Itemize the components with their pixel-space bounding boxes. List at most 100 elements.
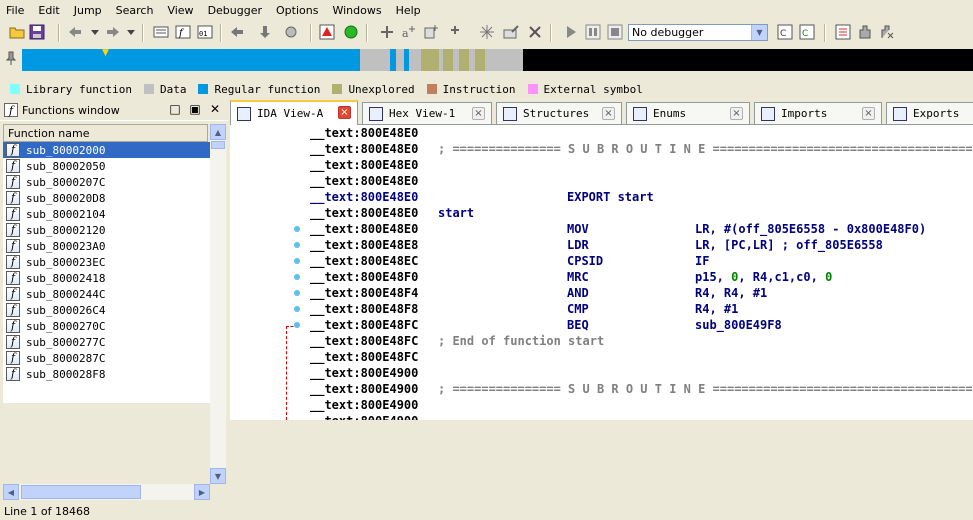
stop-icon[interactable] bbox=[606, 23, 624, 41]
menu-file[interactable]: File bbox=[0, 4, 32, 17]
functions-list[interactable]: f sub_80002000 f sub_80002050 f sub_8000207C f… bbox=[3, 142, 210, 403]
run-icon[interactable] bbox=[282, 23, 300, 41]
edit-icon[interactable] bbox=[502, 23, 520, 41]
disasm-line[interactable]: __text:800E48F8 CMP R4, #1 bbox=[310, 301, 973, 317]
open-icon[interactable] bbox=[8, 23, 26, 41]
functions-column-header[interactable]: Function name bbox=[3, 124, 208, 142]
disasm-line[interactable]: __text:800E48E0 bbox=[310, 125, 973, 141]
bytes-icon[interactable]: 01 bbox=[196, 23, 214, 41]
play-icon[interactable] bbox=[562, 23, 580, 41]
code-icon[interactable]: C bbox=[776, 23, 794, 41]
close-icon[interactable]: × bbox=[730, 107, 743, 120]
breakpoint-dot[interactable] bbox=[294, 306, 300, 312]
disasm-line[interactable]: __text:800E4900 bbox=[310, 365, 973, 381]
disasm-line[interactable]: __text:800E48FC ; End of function start bbox=[310, 333, 973, 349]
function-row[interactable]: f sub_80002000 bbox=[3, 142, 210, 158]
function-row[interactable]: f sub_80002120 bbox=[3, 222, 210, 238]
add-text-icon[interactable]: a bbox=[400, 23, 418, 41]
scroll-up-icon[interactable]: ▲ bbox=[210, 124, 226, 140]
breakpoint-dot[interactable] bbox=[294, 258, 300, 264]
down-arrow-icon[interactable] bbox=[256, 23, 274, 41]
back-dropdown-icon[interactable] bbox=[86, 23, 104, 41]
close-icon[interactable]: × bbox=[338, 106, 351, 119]
function-row[interactable]: f sub_8000287C bbox=[3, 350, 210, 366]
debugger-select[interactable]: No debugger ▼ bbox=[628, 24, 768, 41]
list-icon[interactable] bbox=[834, 23, 852, 41]
function-row[interactable]: f sub_8000244C bbox=[3, 286, 210, 302]
function-row[interactable]: f sub_800023A0 bbox=[3, 238, 210, 254]
function-row[interactable]: f sub_800020D8 bbox=[3, 190, 210, 206]
navigation-bar[interactable]: ▼ bbox=[22, 49, 973, 71]
function-row[interactable]: f sub_80002104 bbox=[3, 206, 210, 222]
forward-dropdown-icon[interactable] bbox=[122, 23, 140, 41]
chevron-down-icon[interactable]: ▼ bbox=[751, 25, 767, 40]
scroll-thumb[interactable] bbox=[21, 485, 141, 499]
breakpoint-dot[interactable] bbox=[294, 322, 300, 328]
disasm-line[interactable]: __text:800E4900 ; =============== S U B R… bbox=[310, 381, 973, 397]
refresh-icon[interactable]: C bbox=[798, 23, 816, 41]
restore-icon[interactable]: □ bbox=[168, 103, 182, 117]
disasm-line[interactable]: __text:800E48FC bbox=[310, 349, 973, 365]
menu-view[interactable]: View bbox=[161, 4, 201, 17]
function-row[interactable]: f sub_8000277C bbox=[3, 334, 210, 350]
breakpoint-dot[interactable] bbox=[294, 226, 300, 232]
menu-help[interactable]: Help bbox=[390, 4, 429, 17]
functions-vertical-scrollbar[interactable]: ▲ ▼ bbox=[210, 124, 226, 484]
disasm-line[interactable]: __text:800E48E0 MOV LR, #(off_805E6558 - 0… bbox=[310, 221, 973, 237]
disasm-line[interactable]: __text:800E48EC CPSID IF bbox=[310, 253, 973, 269]
function-icon[interactable]: f bbox=[174, 23, 192, 41]
menu-windows[interactable]: Windows bbox=[326, 4, 389, 17]
functions-horizontal-scrollbar[interactable]: ◀ ▶ bbox=[3, 484, 210, 500]
tab-exports[interactable]: Exports bbox=[886, 102, 973, 124]
tool-icon[interactable] bbox=[856, 23, 874, 41]
function-row[interactable]: f sub_800028F8 bbox=[3, 366, 210, 382]
disasm-line[interactable]: __text:800E48FC BEQ sub_800E49F8 bbox=[310, 317, 973, 333]
disasm-line[interactable]: __text:800E48F4 AND R4, R4, #1 bbox=[310, 285, 973, 301]
warning-icon[interactable] bbox=[318, 23, 336, 41]
tab-structures[interactable]: Structures × bbox=[496, 102, 622, 124]
close-icon[interactable]: × bbox=[602, 107, 615, 120]
menu-debugger[interactable]: Debugger bbox=[202, 4, 270, 17]
add-list-icon[interactable] bbox=[422, 23, 440, 41]
back-icon[interactable] bbox=[66, 23, 84, 41]
menu-edit[interactable]: Edit bbox=[32, 4, 67, 17]
disasm-line[interactable]: __text:800E48F0 MRC p15, 0, R4,c1,c0, 0 bbox=[310, 269, 973, 285]
function-row[interactable]: f sub_8000270C bbox=[3, 318, 210, 334]
save-icon[interactable] bbox=[28, 23, 46, 41]
close-icon[interactable]: ✕ bbox=[208, 103, 222, 117]
function-row[interactable]: f sub_800026C4 bbox=[3, 302, 210, 318]
function-row[interactable]: f sub_8000207C bbox=[3, 174, 210, 190]
disasm-line[interactable]: __text:800E4900 bbox=[310, 413, 973, 420]
forward-icon[interactable] bbox=[104, 23, 122, 41]
green-circle-icon[interactable] bbox=[342, 23, 360, 41]
breakpoint-dot[interactable] bbox=[294, 274, 300, 280]
disasm-line[interactable]: __text:800E48E0 ; =============== S U B R… bbox=[310, 141, 973, 157]
tab-ida-view-a[interactable]: IDA View-A × bbox=[230, 100, 358, 125]
scroll-down-icon[interactable]: ▼ bbox=[210, 468, 226, 484]
nav-pin-icon[interactable] bbox=[2, 49, 20, 67]
menu-options[interactable]: Options bbox=[270, 4, 326, 17]
function-row[interactable]: f sub_800023EC bbox=[3, 254, 210, 270]
add-dropdown-icon[interactable] bbox=[446, 23, 464, 41]
segment-icon[interactable] bbox=[152, 23, 170, 41]
tab-enums[interactable]: Enums × bbox=[626, 102, 750, 124]
disasm-line[interactable]: __text:800E4900 bbox=[310, 397, 973, 413]
maximize-icon[interactable]: ▣ bbox=[188, 103, 202, 117]
cross-icon[interactable] bbox=[526, 23, 544, 41]
star-icon[interactable] bbox=[478, 23, 496, 41]
disasm-line[interactable]: __text:800E48E0 bbox=[310, 173, 973, 189]
menu-jump[interactable]: Jump bbox=[68, 4, 110, 17]
disasm-line[interactable]: __text:800E48E0 start bbox=[310, 205, 973, 221]
function-row[interactable]: f sub_80002050 bbox=[3, 158, 210, 174]
disassembly-view[interactable]: __text:800E48E0 __text:800E48E0 ; ========… bbox=[230, 125, 973, 420]
pause-icon[interactable] bbox=[584, 23, 602, 41]
scroll-thumb[interactable] bbox=[211, 141, 225, 149]
breakpoint-dot[interactable] bbox=[294, 290, 300, 296]
add-data-icon[interactable] bbox=[378, 23, 396, 41]
disasm-line[interactable]: __text:800E48E0 EXPORT start bbox=[310, 189, 973, 205]
close-icon[interactable]: × bbox=[472, 107, 485, 120]
patch-icon[interactable] bbox=[878, 23, 896, 41]
scroll-left-icon[interactable]: ◀ bbox=[3, 484, 19, 500]
function-row[interactable]: f sub_80002418 bbox=[3, 270, 210, 286]
tab-imports[interactable]: Imports × bbox=[754, 102, 882, 124]
